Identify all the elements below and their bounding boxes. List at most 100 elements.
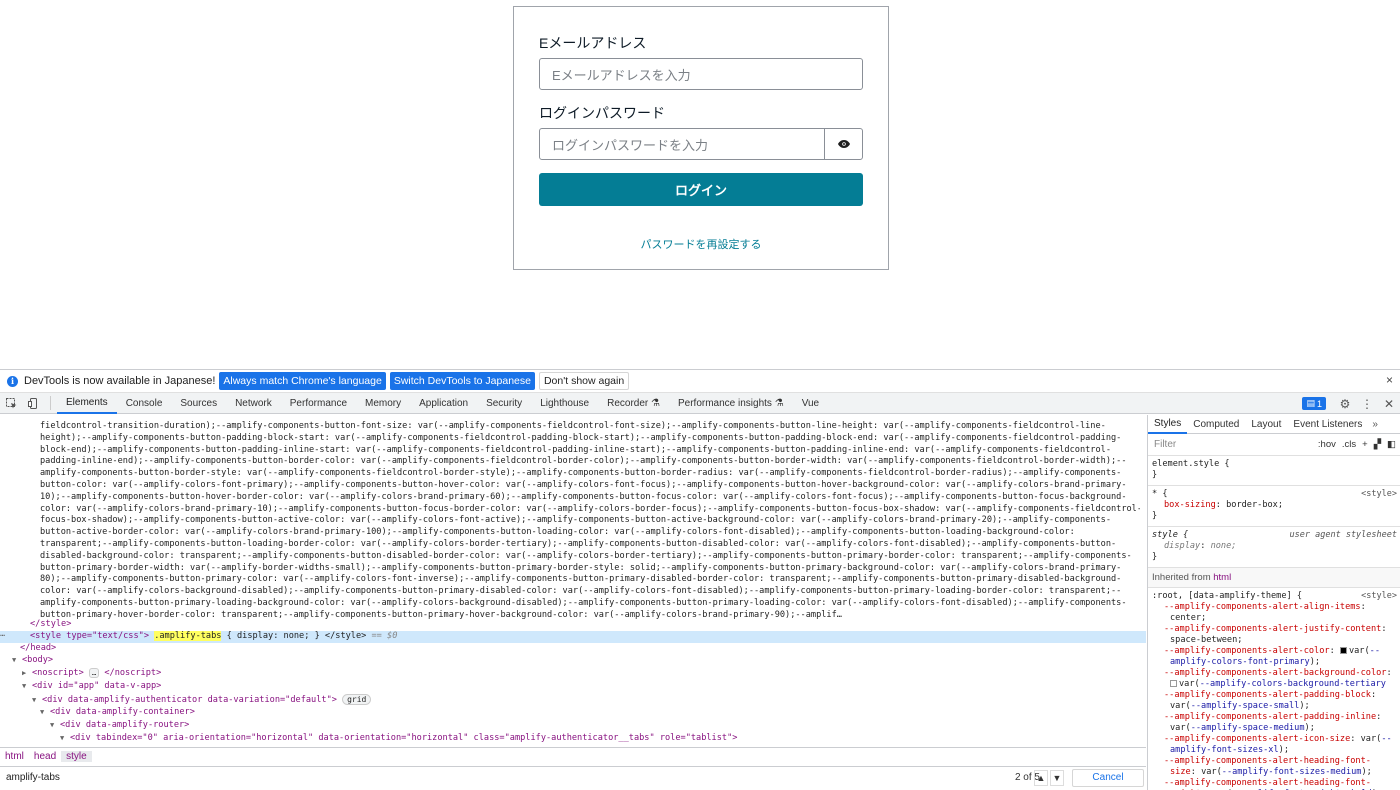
user-agent-rule[interactable]: user agent stylesheet style { display: n… (1148, 527, 1400, 568)
declaration[interactable]: --amplify-components-alert-heading-font-… (1152, 778, 1396, 790)
email-input[interactable]: Eメールアドレスを入力 (539, 58, 863, 90)
close-icon[interactable]: × (1386, 373, 1393, 387)
tab-lighthouse[interactable]: Lighthouse (531, 393, 598, 414)
color-swatch[interactable] (1170, 680, 1177, 687)
search-cancel-button[interactable]: Cancel (1072, 768, 1144, 787)
settings-gear-icon[interactable]: ⚙ (1334, 393, 1356, 414)
node-actions-ellipsis[interactable]: ⋯ (0, 631, 5, 643)
search-previous-icon[interactable]: ▲ (1034, 769, 1048, 786)
styles-filter-input[interactable]: Filter (1154, 439, 1176, 450)
password-input[interactable]: ログインパスワードを入力 (539, 128, 825, 160)
tab-event-listeners[interactable]: Event Listeners (1287, 415, 1368, 434)
rule-source[interactable]: <style> (1361, 489, 1397, 500)
issues-badge[interactable]: ▤ 1 (1302, 397, 1326, 410)
inherited-header: Inherited from html (1148, 568, 1400, 588)
tab-computed[interactable]: Computed (1187, 415, 1245, 434)
close-devtools-icon[interactable]: ✕ (1378, 393, 1400, 414)
selected-style-node[interactable]: <style type="text/css"> .amplify-tabs { … (30, 631, 397, 643)
show-password-button[interactable] (824, 128, 863, 160)
style-content-line: amplify-components-button-primary-loadin… (40, 597, 1127, 608)
style-content-line: padding-inline-end);--amplify-components… (40, 456, 1127, 467)
declaration[interactable]: --amplify-components-alert-padding-inlin… (1152, 712, 1396, 734)
tab-vue[interactable]: Vue (793, 393, 828, 414)
root-declarations: --amplify-components-alert-align-items: … (1152, 602, 1396, 790)
style-close-tag[interactable]: </style> (30, 619, 71, 631)
search-next-icon[interactable]: ▼ (1050, 769, 1064, 786)
hover-state-toggle[interactable]: :hov (1318, 439, 1336, 450)
tab-memory[interactable]: Memory (356, 393, 410, 414)
tab-network[interactable]: Network (226, 393, 281, 414)
class-toggle[interactable]: .cls (1342, 439, 1356, 450)
info-icon: i (7, 375, 18, 387)
noscript-node[interactable]: ▶ <noscript> … </noscript> (22, 668, 161, 680)
tab-recorder[interactable]: Recorder ⚗ (598, 393, 669, 414)
declaration: display: none; (1164, 541, 1237, 551)
tab-sources[interactable]: Sources (171, 393, 226, 414)
email-placeholder: Eメールアドレスを入力 (552, 67, 691, 83)
root-theme-rule[interactable]: <style> :root, [data-amplify-theme] { --… (1148, 588, 1400, 790)
declaration[interactable]: --amplify-components-alert-heading-font-… (1152, 756, 1396, 778)
breadcrumb-html[interactable]: html (0, 751, 29, 762)
search-input[interactable]: amplify-tabs (6, 772, 60, 783)
device-toolbar-icon[interactable] (22, 393, 44, 414)
breadcrumb-head[interactable]: head (29, 751, 61, 762)
inspect-element-icon[interactable] (0, 393, 22, 414)
collapsed-content-badge[interactable]: … (88, 668, 100, 678)
dont-show-again-button[interactable]: Don't show again (538, 372, 630, 390)
tab-performance[interactable]: Performance (281, 393, 356, 414)
tab-security[interactable]: Security (477, 393, 531, 414)
dom-breadcrumbs: html head style (0, 747, 1146, 765)
reset-password-link[interactable]: パスワードを再設定する (514, 236, 888, 252)
declaration[interactable]: --amplify-components-alert-icon-size: va… (1152, 734, 1396, 756)
toggle-sidebar-icon[interactable]: ◧ (1387, 439, 1396, 450)
head-close-tag[interactable]: </head> (20, 643, 56, 655)
add-rule-icon[interactable]: + (1362, 439, 1368, 450)
declaration[interactable]: --amplify-components-alert-justify-conte… (1152, 624, 1396, 646)
color-swatch[interactable] (1339, 647, 1347, 654)
body-node[interactable]: ▼ <body> (12, 655, 53, 667)
more-options-icon[interactable]: ⋮ (1356, 393, 1378, 414)
toolbar-divider (50, 396, 51, 410)
declaration[interactable]: --amplify-components-alert-align-items: … (1152, 602, 1396, 624)
sidebar-tabs: Styles Computed Layout Event Listeners » (1148, 415, 1400, 434)
app-div-node[interactable]: ▼ <div id="app" data-v-app> (22, 681, 161, 693)
authenticator-div-node[interactable]: ▼ <div data-amplify-authenticator data-va… (32, 694, 372, 707)
rule-source[interactable]: <style> (1361, 591, 1397, 602)
login-button[interactable]: ログイン (539, 173, 863, 206)
element-style-rule[interactable]: element.style { } (1148, 456, 1400, 486)
tab-console[interactable]: Console (117, 393, 172, 414)
tab-application[interactable]: Application (410, 393, 477, 414)
container-div-node[interactable]: ▼ <div data-amplify-container> (40, 707, 195, 719)
declaration[interactable]: box-sizing: border-box; (1152, 500, 1396, 511)
tab-performance-insights[interactable]: Performance insights ⚗ (669, 393, 793, 414)
universal-rule[interactable]: <style> * { box-sizing: border-box; } (1148, 486, 1400, 527)
inherited-tag[interactable]: html (1213, 572, 1231, 583)
infobar-message: DevTools is now available in Japanese! (24, 375, 216, 387)
tabs-div-node[interactable]: ▼ <div tabindex="0" aria-orientation="hor… (60, 733, 737, 745)
tab-styles[interactable]: Styles (1148, 415, 1188, 434)
tab-elements[interactable]: Elements (57, 393, 117, 414)
router-div-node[interactable]: ▼ <div data-amplify-router> (50, 720, 189, 732)
more-tabs-icon[interactable]: » (1368, 419, 1378, 430)
tab-layout[interactable]: Layout (1245, 415, 1287, 434)
always-match-language-button[interactable]: Always match Chrome's language (219, 372, 386, 390)
breadcrumb-style[interactable]: style (61, 751, 92, 762)
styles-filter-row: Filter :hov .cls + ▞ ◧ (1148, 434, 1400, 456)
rule-close-brace: } (1152, 511, 1158, 521)
search-highlight: .amplify-tabs (154, 631, 222, 641)
elements-tree[interactable]: fieldcontrol-transition-duration);--ampl… (0, 415, 1146, 746)
login-form: Eメールアドレス Eメールアドレスを入力 ログインパスワード ログインパスワード… (513, 6, 889, 270)
declaration[interactable]: --amplify-components-alert-padding-block… (1152, 690, 1396, 712)
style-content-line: focus-box-shadow);--amplify-components-b… (40, 515, 1111, 526)
styles-sidebar: Styles Computed Layout Event Listeners »… (1147, 415, 1400, 790)
style-content-line: button-color: var(--amplify-colors-font-… (40, 479, 1127, 490)
eye-icon (837, 140, 850, 148)
search-navigation: ▲ ▼ (1034, 769, 1064, 786)
declaration[interactable]: --amplify-components-alert-background-co… (1152, 668, 1396, 690)
grid-badge[interactable]: grid (342, 694, 372, 705)
paint-icon[interactable]: ▞ (1374, 439, 1381, 450)
declaration[interactable]: --amplify-components-alert-color: var(--… (1152, 646, 1396, 668)
filter-tools: :hov .cls + ▞ ◧ (1318, 439, 1396, 450)
switch-to-japanese-button[interactable]: Switch DevTools to Japanese (389, 372, 535, 390)
style-content-line: 80);--amplify-components-button-primary-… (40, 574, 1122, 585)
